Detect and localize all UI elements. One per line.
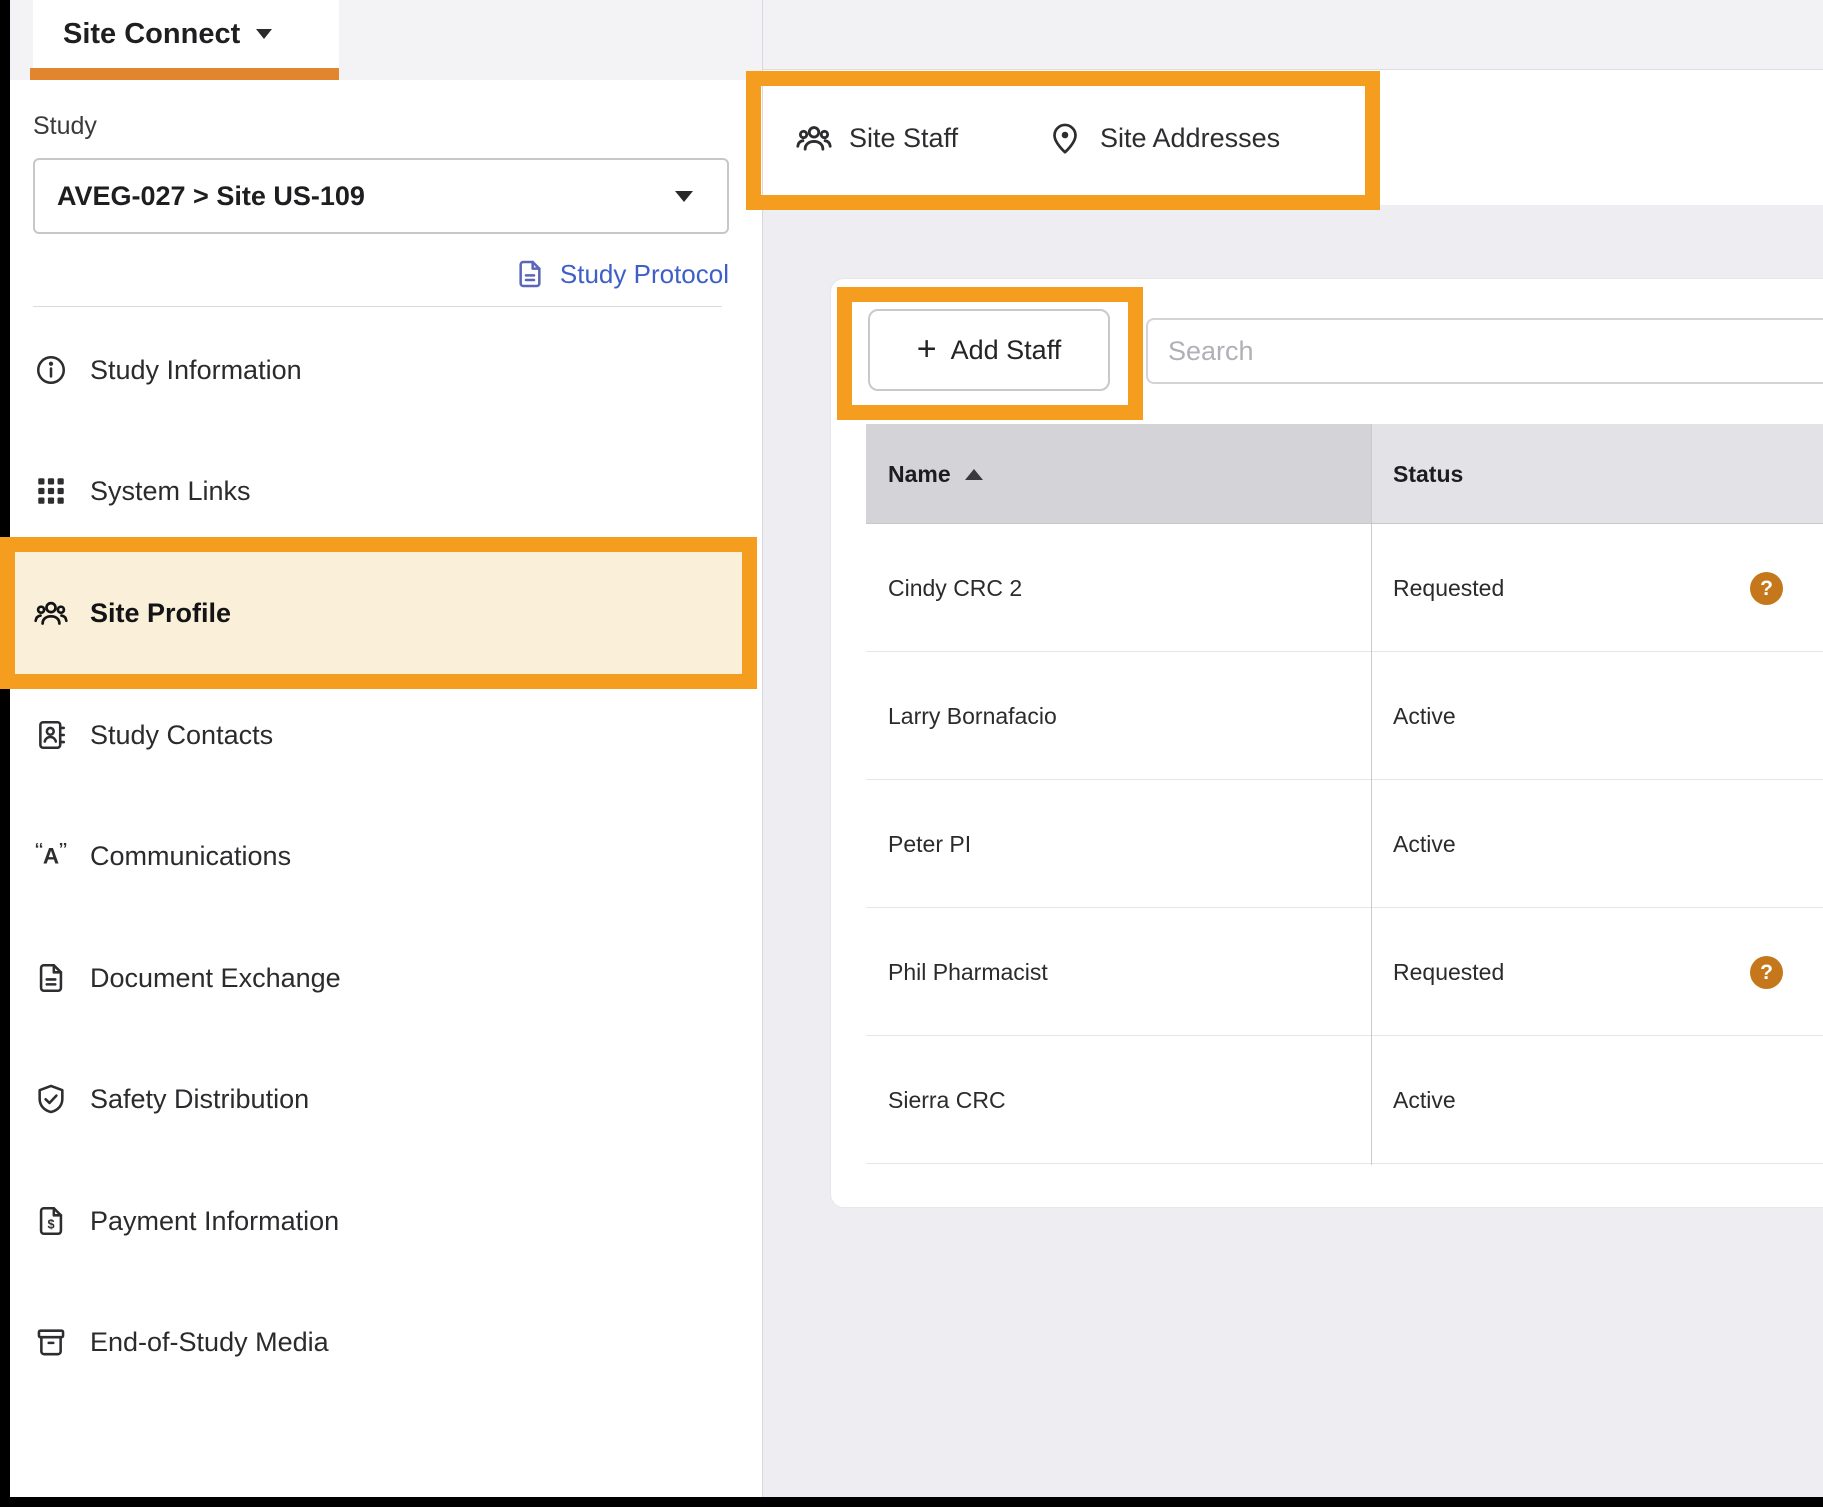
sidebar-item-safety-distribution[interactable]: Safety Distribution — [33, 1067, 733, 1131]
app-screen: Site Connect Study AVEG-027 > Site US-10… — [0, 0, 1823, 1507]
sidebar-item-study-contacts[interactable]: Study Contacts — [33, 703, 733, 767]
svg-text:$: $ — [47, 1217, 54, 1232]
shield-check-icon — [33, 1081, 69, 1117]
table-row[interactable]: Sierra CRC Active — [866, 1036, 1823, 1164]
search-input[interactable] — [1146, 318, 1823, 384]
sidebar-item-label: Document Exchange — [90, 963, 341, 994]
table-column-divider — [1371, 424, 1372, 1165]
table-row[interactable]: Phil Pharmacist Requested ? — [866, 908, 1823, 1036]
contact-card-icon — [33, 717, 69, 753]
column-header-status[interactable]: Status — [1371, 424, 1823, 524]
app-tab-label: Site Connect — [63, 18, 240, 51]
study-label: Study — [33, 112, 97, 141]
svg-text:‘‘: ‘‘ — [35, 841, 44, 859]
sidebar-item-label: System Links — [90, 476, 251, 507]
active-tab-underline — [30, 68, 339, 80]
staff-name: Sierra CRC — [866, 1036, 1371, 1164]
sidebar-divider — [762, 0, 763, 1497]
sidebar-item-end-of-study-media[interactable]: End-of-Study Media — [33, 1310, 733, 1374]
status-value: Active — [1371, 652, 1823, 780]
sidebar-item-payment-information[interactable]: $ Payment Information — [33, 1189, 733, 1253]
info-circle-icon — [33, 352, 69, 388]
app-tab-site-connect[interactable]: Site Connect — [33, 0, 339, 68]
status-value: Active — [1371, 1036, 1823, 1164]
people-group-icon — [33, 595, 69, 631]
sidebar-item-site-profile[interactable]: Site Profile — [33, 581, 733, 645]
study-protocol-link[interactable]: Study Protocol — [33, 252, 729, 296]
add-staff-label: Add Staff — [951, 335, 1062, 366]
sidebar-item-label: Study Contacts — [90, 720, 273, 751]
svg-text:A: A — [43, 844, 59, 869]
status-value: Active — [1371, 780, 1823, 908]
study-protocol-label: Study Protocol — [560, 259, 729, 290]
sidebar-item-label: Safety Distribution — [90, 1084, 309, 1115]
table-row[interactable]: Larry Bornafacio Active — [866, 652, 1823, 780]
add-staff-button[interactable]: + Add Staff — [868, 309, 1110, 391]
sidebar-item-document-exchange[interactable]: Document Exchange — [33, 946, 733, 1010]
sidebar-section-divider — [33, 306, 722, 307]
chevron-down-icon — [675, 191, 693, 202]
sidebar-item-label: End-of-Study Media — [90, 1327, 329, 1358]
staff-name: Phil Pharmacist — [866, 908, 1371, 1036]
column-header-label: Status — [1393, 461, 1463, 488]
table-row[interactable]: Cindy CRC 2 Requested ? — [866, 524, 1823, 652]
content-top-band — [763, 0, 1823, 70]
plus-icon: + — [917, 332, 937, 366]
sidebar-item-label: Communications — [90, 841, 291, 872]
tab-label: Site Staff — [849, 123, 958, 154]
staff-name: Peter PI — [866, 780, 1371, 908]
tab-label: Site Addresses — [1100, 123, 1280, 154]
help-icon[interactable]: ? — [1750, 572, 1783, 605]
protocol-document-icon — [514, 258, 546, 290]
table-header-divider — [866, 523, 1823, 524]
staff-name: Cindy CRC 2 — [866, 524, 1371, 652]
study-selector-dropdown[interactable]: AVEG-027 > Site US-109 — [33, 158, 729, 234]
map-pin-icon — [1046, 119, 1084, 157]
column-header-label: Name — [888, 461, 951, 488]
sort-ascending-icon — [965, 469, 983, 480]
study-selector-value: AVEG-027 > Site US-109 — [57, 181, 365, 212]
table-row[interactable]: Peter PI Active — [866, 780, 1823, 908]
sidebar-item-communications[interactable]: A ‘‘ ’’ Communications — [33, 824, 733, 888]
chevron-down-icon — [256, 29, 272, 39]
sidebar-item-study-information[interactable]: Study Information — [33, 338, 733, 402]
sidebar-item-label: Payment Information — [90, 1206, 339, 1237]
document-icon — [33, 960, 69, 996]
site-staff-panel: + Add Staff Name Status Cindy CRC 2 Requ… — [830, 278, 1823, 1208]
broadcast-a-icon: A ‘‘ ’’ — [33, 838, 69, 874]
svg-text:’’: ’’ — [59, 841, 68, 859]
staff-name: Larry Bornafacio — [866, 652, 1371, 780]
sidebar-item-system-links[interactable]: System Links — [33, 459, 733, 523]
sidebar-item-label: Site Profile — [90, 598, 231, 629]
tab-site-addresses[interactable]: Site Addresses — [1046, 103, 1280, 173]
people-group-icon — [795, 119, 833, 157]
archive-box-icon — [33, 1324, 69, 1360]
sidebar-item-label: Study Information — [90, 355, 302, 386]
grid-dots-icon — [33, 473, 69, 509]
tab-site-staff[interactable]: Site Staff — [795, 103, 958, 173]
column-header-name[interactable]: Name — [866, 424, 1371, 524]
help-icon[interactable]: ? — [1750, 956, 1783, 989]
payment-doc-icon: $ — [33, 1203, 69, 1239]
